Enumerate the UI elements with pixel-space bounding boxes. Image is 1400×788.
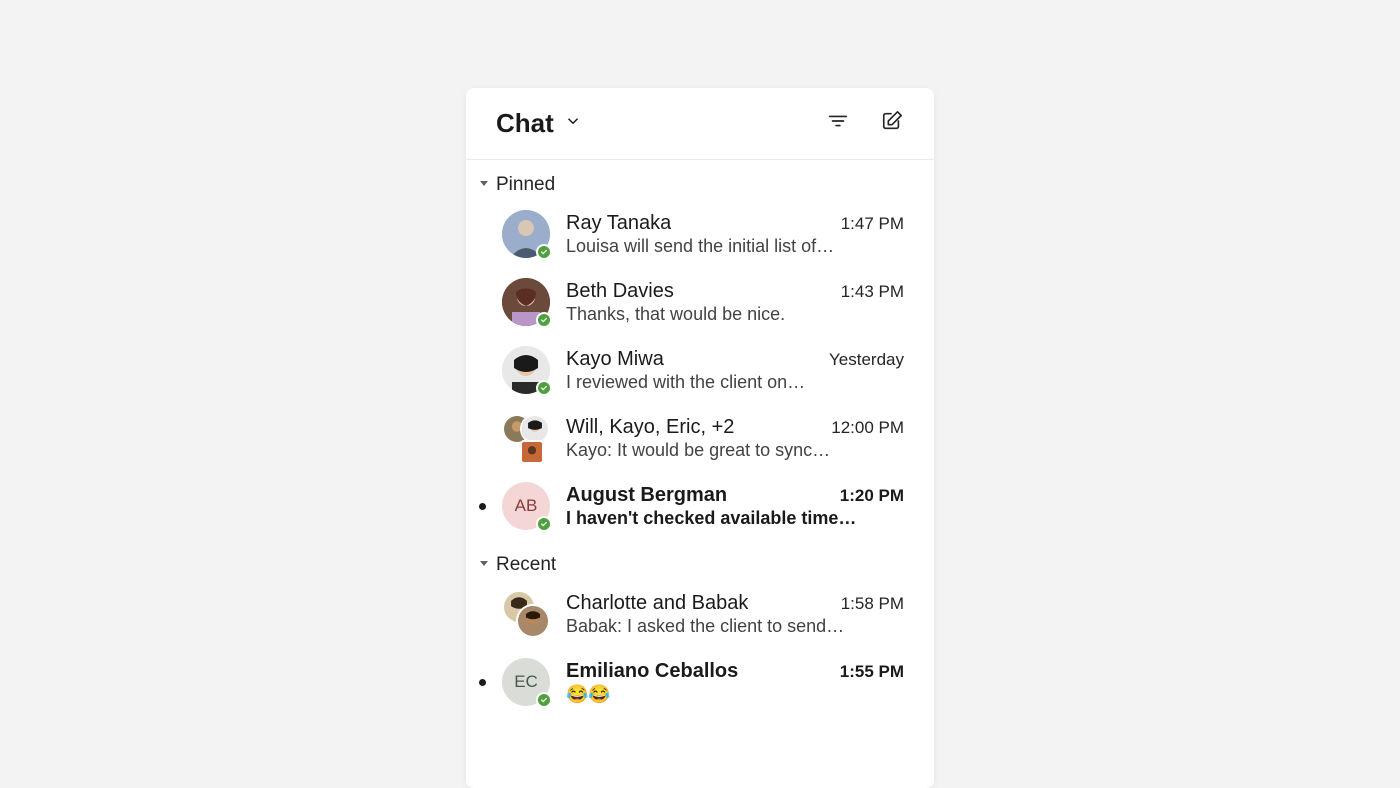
caret-down-icon	[478, 176, 490, 194]
chat-text: Emiliano Ceballos 1:55 PM 😂😂	[566, 660, 904, 705]
chat-item[interactable]: Charlotte and Babak 1:58 PM Babak: I ask…	[466, 580, 934, 648]
chat-item[interactable]: Beth Davies 1:43 PM Thanks, that would b…	[466, 268, 934, 336]
chat-name: Emiliano Ceballos	[566, 660, 738, 683]
chat-item[interactable]: EC Emiliano Ceballos 1:55 PM 😂😂	[466, 648, 934, 716]
chat-name: Will, Kayo, Eric, +2	[566, 416, 734, 439]
chat-text: Will, Kayo, Eric, +2 12:00 PM Kayo: It w…	[566, 416, 904, 461]
chat-item[interactable]: AB August Bergman 1:20 PM I haven't chec…	[466, 472, 934, 540]
section-header-pinned[interactable]: Pinned	[466, 160, 934, 200]
chat-item[interactable]: Kayo Miwa Yesterday I reviewed with the …	[466, 336, 934, 404]
chat-preview: 😂😂	[566, 684, 904, 705]
header-actions	[826, 112, 904, 136]
presence-available-icon	[536, 692, 552, 708]
chat-time: 1:47 PM	[841, 214, 904, 234]
unread-indicator-slot	[478, 679, 486, 686]
chat-preview: Babak: I asked the client to send…	[566, 616, 904, 637]
chat-header: Chat	[466, 88, 934, 160]
chevron-down-icon	[564, 112, 582, 135]
chat-preview: Thanks, that would be nice.	[566, 304, 904, 325]
chat-time: 1:58 PM	[841, 594, 904, 614]
chat-text: Beth Davies 1:43 PM Thanks, that would b…	[566, 280, 904, 325]
chat-name: Beth Davies	[566, 280, 674, 303]
avatar: EC	[502, 658, 550, 706]
avatar	[502, 414, 550, 462]
chat-time: 12:00 PM	[831, 418, 904, 438]
section-label: Pinned	[496, 174, 555, 196]
filter-icon	[827, 110, 849, 137]
avatar	[502, 590, 550, 638]
chat-name: August Bergman	[566, 484, 727, 507]
unread-dot-icon	[479, 679, 486, 686]
presence-available-icon	[536, 380, 552, 396]
chat-preview: Kayo: It would be great to sync…	[566, 440, 904, 461]
new-chat-button[interactable]	[880, 112, 904, 136]
chat-name: Charlotte and Babak	[566, 592, 748, 615]
pair-avatar	[502, 590, 550, 638]
chat-time: 1:55 PM	[840, 662, 904, 682]
chat-text: August Bergman 1:20 PM I haven't checked…	[566, 484, 904, 529]
chat-title-dropdown[interactable]: Chat	[496, 108, 582, 139]
chat-text: Charlotte and Babak 1:58 PM Babak: I ask…	[566, 592, 904, 637]
compose-icon	[881, 110, 903, 137]
unread-indicator-slot	[478, 503, 486, 510]
avatar: AB	[502, 482, 550, 530]
section-label: Recent	[496, 554, 556, 576]
avatar	[502, 210, 550, 258]
chat-title: Chat	[496, 108, 554, 139]
avatar	[502, 346, 550, 394]
chat-time: 1:43 PM	[841, 282, 904, 302]
presence-available-icon	[536, 516, 552, 532]
presence-available-icon	[536, 244, 552, 260]
avatar	[502, 278, 550, 326]
chat-item[interactable]: Ray Tanaka 1:47 PM Louisa will send the …	[466, 200, 934, 268]
chat-name: Kayo Miwa	[566, 348, 664, 371]
caret-down-icon	[478, 556, 490, 574]
chat-panel: Chat Pinned	[466, 88, 934, 788]
section-header-recent[interactable]: Recent	[466, 540, 934, 580]
group-avatar	[502, 414, 550, 462]
chat-time: Yesterday	[829, 350, 904, 370]
chat-preview: I haven't checked available time…	[566, 508, 904, 529]
unread-dot-icon	[479, 503, 486, 510]
presence-available-icon	[536, 312, 552, 328]
chat-item[interactable]: Will, Kayo, Eric, +2 12:00 PM Kayo: It w…	[466, 404, 934, 472]
chat-text: Kayo Miwa Yesterday I reviewed with the …	[566, 348, 904, 393]
chat-preview: I reviewed with the client on…	[566, 372, 904, 393]
chat-time: 1:20 PM	[840, 486, 904, 506]
chat-preview: Louisa will send the initial list of…	[566, 236, 904, 257]
filter-button[interactable]	[826, 112, 850, 136]
chat-text: Ray Tanaka 1:47 PM Louisa will send the …	[566, 212, 904, 257]
chat-name: Ray Tanaka	[566, 212, 671, 235]
